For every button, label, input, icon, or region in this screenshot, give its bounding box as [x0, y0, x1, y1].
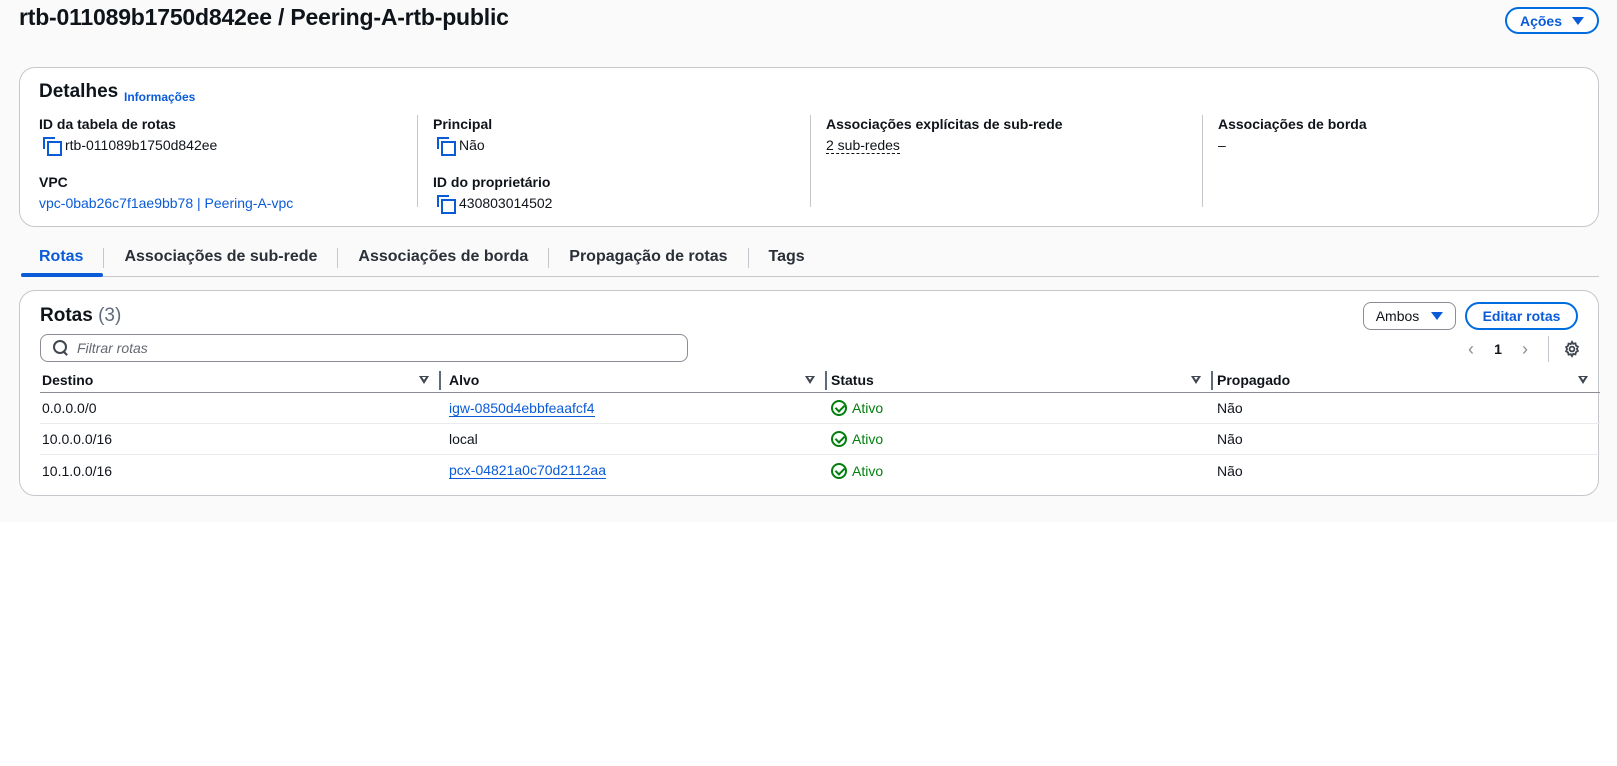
cell-status: Ativo	[827, 400, 1213, 416]
status-text: Ativo	[852, 462, 884, 479]
column-header-label: Status	[831, 372, 874, 388]
route-table-id-value: rtb-011089b1750d842ee	[39, 136, 293, 156]
info-link[interactable]: Informações	[124, 90, 195, 104]
owner-id-label: ID do proprietário	[433, 174, 551, 190]
table-row: 10.0.0.0/16 local Ativo Não	[40, 424, 1600, 455]
actions-label: Ações	[1519, 12, 1563, 29]
page-title: rtb-011089b1750d842ee / Peering-A-rtb-pu…	[19, 4, 509, 30]
table-row: 10.1.0.0/16 pcx-04821a0c70d2112aa Ativo …	[40, 455, 1600, 486]
main-value: Não	[433, 136, 552, 156]
column-header-label: Propagado	[1217, 372, 1291, 388]
explicit-subnet-assoc-label: Associações explícitas de sub-rede	[826, 116, 1063, 132]
column-header-label: Alvo	[449, 372, 480, 388]
routes-title: Rotas (3)	[40, 305, 121, 327]
status-text: Ativo	[852, 431, 884, 447]
page: rtb-011089b1750d842ee / Peering-A-rtb-pu…	[0, 0, 1617, 522]
cell-status: Ativo	[827, 431, 1213, 447]
column-header-propagated[interactable]: Propagado	[1213, 368, 1600, 393]
sort-icon[interactable]	[1191, 376, 1201, 384]
table-header: Destino Alvo Status Propagado	[40, 368, 1600, 393]
main-text: Não	[459, 137, 485, 153]
owner-id-text: 430803014502	[459, 195, 553, 211]
routes-panel: Rotas (3) Ambos Editar rotas ‹ 1 ›	[19, 290, 1600, 496]
cell-destination: 10.0.0.0/16	[42, 431, 113, 447]
pagination: ‹ 1 ›	[1460, 336, 1583, 362]
divider	[810, 115, 811, 207]
copy-icon[interactable]	[437, 137, 456, 156]
search-field[interactable]	[40, 334, 688, 362]
column-header-destination[interactable]: Destino	[40, 368, 441, 393]
vpc-label: VPC	[39, 174, 68, 190]
vpc-link[interactable]: vpc-0bab26c7f1ae9bb78 | Peering-A-vpc	[39, 194, 293, 212]
tab-bar: Rotas Associações de sub-rede Associaçõe…	[21, 242, 1599, 277]
cell-destination: 10.1.0.0/16	[42, 462, 113, 479]
cell-target: local	[449, 431, 478, 447]
main-label: Principal	[433, 116, 493, 132]
subnet-count-text[interactable]: 2 sub-redes	[826, 137, 900, 154]
cell-target: igw-0850d4ebbfeaafcf4	[441, 400, 827, 417]
routes-count: (3)	[98, 305, 122, 326]
chevron-right-icon[interactable]: ›	[1514, 338, 1536, 360]
details-col-1: ID da tabela de rotas rtb-011089b1750d84…	[39, 116, 293, 212]
target-link[interactable]: igw-0850d4ebbfeaafcf4	[449, 400, 595, 417]
pager-separator	[1548, 336, 1549, 362]
cell-target: pcx-04821a0c70d2112aa	[441, 462, 827, 479]
filter-select[interactable]: Ambos	[1363, 302, 1456, 330]
edit-routes-button[interactable]: Editar rotas	[1465, 302, 1578, 330]
owner-id-value: 430803014502	[433, 194, 553, 214]
cell-propagated: Não	[1217, 400, 1243, 416]
divider	[417, 115, 418, 207]
routes-table: Destino Alvo Status Propagado 0.0.0.0/0 …	[40, 368, 1600, 486]
details-panel: Detalhes Informações ID da tabela de rot…	[19, 67, 1599, 227]
copy-icon[interactable]	[43, 137, 62, 156]
check-circle-icon	[831, 400, 847, 416]
chevron-left-icon[interactable]: ‹	[1460, 338, 1482, 360]
tab-subnet-associations[interactable]: Associações de sub-rede	[104, 242, 337, 276]
sort-icon[interactable]	[1578, 376, 1588, 384]
column-header-label: Destino	[42, 372, 94, 388]
table-row: 0.0.0.0/0 igw-0850d4ebbfeaafcf4 Ativo Nã…	[40, 393, 1600, 424]
details-col-2: Principal Não ID do proprietário 4308030…	[433, 116, 553, 214]
details-col-4: Associações de borda –	[1218, 116, 1367, 154]
sort-icon[interactable]	[419, 376, 429, 384]
route-table-id-text: rtb-011089b1750d842ee	[65, 137, 218, 153]
divider	[1202, 115, 1203, 207]
explicit-subnet-assoc-value[interactable]: 2 sub-redes	[826, 136, 1063, 154]
status-text: Ativo	[852, 400, 884, 416]
target-link[interactable]: pcx-04821a0c70d2112aa	[449, 462, 606, 479]
cell-propagated: Não	[1217, 462, 1243, 479]
gear-icon[interactable]	[1561, 338, 1583, 360]
search-icon	[53, 340, 69, 356]
sort-icon[interactable]	[805, 376, 815, 384]
caret-down-icon	[1431, 312, 1444, 320]
check-circle-icon	[831, 431, 847, 447]
tab-rotas[interactable]: Rotas	[21, 242, 104, 277]
column-header-status[interactable]: Status	[827, 368, 1213, 393]
details-col-3: Associações explícitas de sub-rede 2 sub…	[826, 116, 1063, 154]
tab-tags[interactable]: Tags	[749, 242, 825, 276]
search-input[interactable]	[77, 340, 657, 356]
cell-status: Ativo	[827, 462, 1213, 479]
route-table-id-label: ID da tabela de rotas	[39, 116, 176, 132]
tab-route-propagation[interactable]: Propagação de rotas	[549, 242, 747, 276]
column-header-target[interactable]: Alvo	[441, 368, 827, 393]
routes-title-text: Rotas	[40, 305, 93, 326]
check-circle-icon	[831, 462, 847, 479]
edge-assoc-value: –	[1218, 137, 1226, 153]
actions-button[interactable]: Ações	[1505, 7, 1599, 34]
copy-icon[interactable]	[437, 195, 456, 214]
cell-destination: 0.0.0.0/0	[42, 400, 97, 416]
details-title: Detalhes	[39, 81, 119, 102]
page-number[interactable]: 1	[1488, 341, 1508, 357]
cell-propagated: Não	[1217, 431, 1243, 447]
edge-assoc-label: Associações de borda	[1218, 116, 1367, 132]
caret-down-icon	[1572, 16, 1585, 25]
tab-edge-associations[interactable]: Associações de borda	[338, 242, 548, 276]
filter-select-value: Ambos	[1375, 308, 1420, 324]
